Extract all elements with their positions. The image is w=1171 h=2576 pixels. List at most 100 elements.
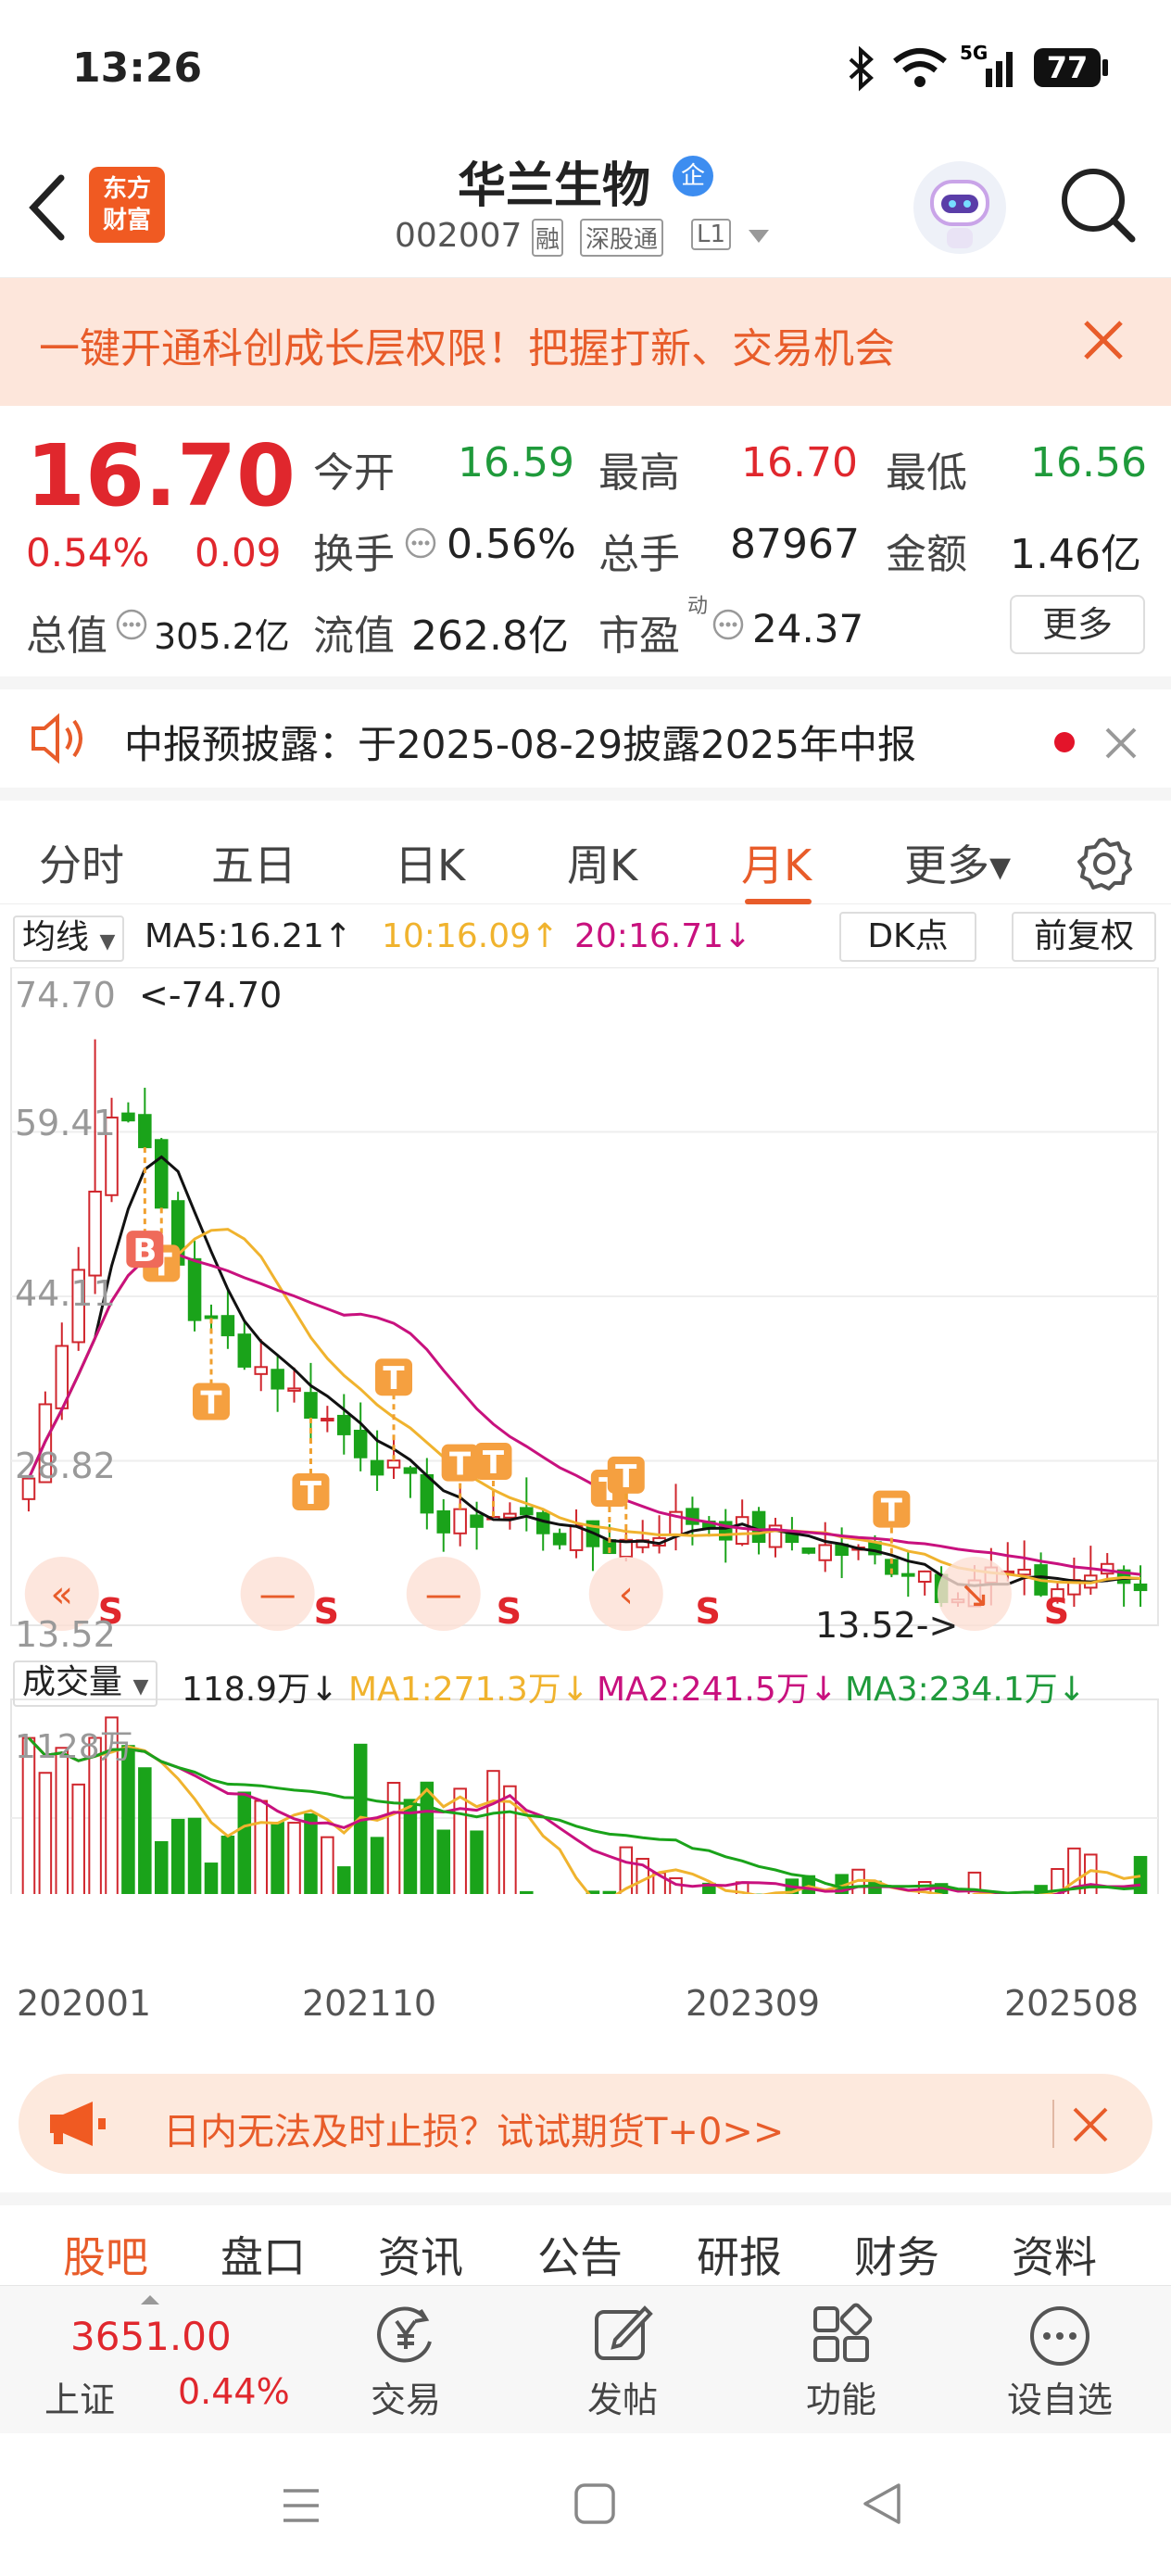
futures-ad-bar[interactable]: 日内无法及时止损？试试期货T+0>> xyxy=(19,2074,1152,2174)
amount-value: 1.46亿 xyxy=(1010,531,1141,578)
more-circle-icon xyxy=(1030,2306,1089,2366)
trade-marker-letter: T xyxy=(383,1360,405,1397)
speaker-icon xyxy=(31,713,82,764)
tab-profile[interactable]: 资料 xyxy=(1012,2224,1097,2285)
change-percent: 0.54% xyxy=(26,530,150,575)
candle-body xyxy=(370,1459,384,1476)
notice-bar[interactable]: 中报预披露：于2025-08-29披露2025年中报 xyxy=(0,676,1171,788)
volume-select[interactable]: 成交量 ▼ xyxy=(13,1661,158,1707)
tab-orderbook[interactable]: 盘口 xyxy=(220,2224,306,2285)
promo-banner[interactable]: 一键开通科创成长层权限！把握打新、交易机会 xyxy=(0,278,1171,406)
bottom-nav: 3651.00 上证 0.44% 交易 发帖 功能 设自选 xyxy=(0,2285,1171,2433)
open-value: 16.59 xyxy=(458,439,574,486)
info-icon[interactable] xyxy=(115,608,148,641)
indicator-select[interactable]: 均线 ▼ xyxy=(13,915,125,962)
index-name[interactable]: 上证 xyxy=(44,2371,115,2422)
dropdown-icon[interactable] xyxy=(747,228,771,246)
candle-body xyxy=(818,1544,832,1561)
signal-5g-icon: 5G xyxy=(960,42,1013,87)
close-icon[interactable] xyxy=(1082,319,1125,361)
tab-daily-k[interactable]: 日K xyxy=(395,832,465,893)
tab-announcements[interactable]: 公告 xyxy=(537,2224,623,2285)
volume-bar xyxy=(271,1822,284,1894)
mktcap-label: 总值 xyxy=(26,612,107,660)
x-axis-label: 202508 xyxy=(1004,1983,1140,2024)
sell-marker-s: S xyxy=(1044,1591,1069,1632)
volume-bar xyxy=(237,1791,252,1894)
turnover-value: 0.56% xyxy=(447,521,576,568)
nav-post-label: 发帖 xyxy=(586,2380,658,2420)
ma10-value: 10:16.09↑ xyxy=(382,917,560,955)
volume-bar xyxy=(486,1770,500,1894)
notice-text[interactable]: 中报预披露：于2025-08-29披露2025年中报 xyxy=(124,713,916,770)
stock-name: 华兰生物 xyxy=(458,158,651,214)
search-icon[interactable] xyxy=(1056,163,1140,246)
info-icon[interactable] xyxy=(404,526,437,560)
volume-bar xyxy=(337,1866,351,1894)
unread-dot xyxy=(1054,732,1075,752)
sell-point-glyph: — xyxy=(259,1573,296,1616)
price-axis-max: 74.70 xyxy=(15,975,116,1016)
tag-l1[interactable]: L1 xyxy=(691,219,732,250)
tab-research[interactable]: 研报 xyxy=(697,2224,782,2285)
enterprise-badge: 企 xyxy=(673,156,713,196)
status-time: 13:26 xyxy=(72,44,203,92)
svg-text:5G: 5G xyxy=(960,42,988,64)
index-change[interactable]: 0.44% xyxy=(178,2371,290,2412)
promo-text[interactable]: 一键开通科创成长层权限！把握打新、交易机会 xyxy=(39,315,895,374)
tab-intraday[interactable]: 分时 xyxy=(39,832,124,893)
x-axis-label: 202309 xyxy=(686,1983,821,2024)
tag-shenzhen-connect: 深股通 xyxy=(580,219,664,257)
tab-news[interactable]: 资讯 xyxy=(378,2224,463,2285)
tab-monthly-k[interactable]: 月K xyxy=(741,832,812,893)
x-axis-label: 202001 xyxy=(17,1983,152,2024)
candle-body xyxy=(121,1112,135,1122)
volume-bar xyxy=(220,1836,235,1894)
bluetooth-icon xyxy=(849,46,874,92)
tab-five-day[interactable]: 五日 xyxy=(211,832,296,893)
more-button[interactable]: 更多 xyxy=(1010,595,1145,654)
stock-code: 002007 xyxy=(395,217,523,255)
yen-cycle-icon xyxy=(377,2306,432,2363)
gear-icon[interactable] xyxy=(1075,834,1134,893)
trade-marker-letter: T xyxy=(449,1446,472,1484)
info-icon[interactable] xyxy=(711,608,745,641)
trade-marker-letter: T xyxy=(615,1458,637,1496)
candle-body xyxy=(751,1510,766,1544)
candle-body xyxy=(386,1459,401,1469)
indicator-select-label: 均线 xyxy=(22,918,90,956)
min-price-annotation: 13.52-> xyxy=(815,1605,959,1646)
back-triangle-icon[interactable] xyxy=(860,2481,902,2526)
volume-bar xyxy=(187,1817,202,1894)
sell-point-glyph: — xyxy=(425,1573,462,1616)
ad-text[interactable]: 日内无法及时止损？试试期货T+0>> xyxy=(163,2102,784,2155)
close-icon[interactable] xyxy=(1071,2105,1110,2144)
volume-bar xyxy=(170,1818,185,1894)
candle-body xyxy=(801,1547,816,1554)
tab-more[interactable]: 更多▾ xyxy=(904,832,1011,893)
candle-body xyxy=(552,1533,567,1546)
tab-financials[interactable]: 财务 xyxy=(854,2224,939,2285)
logo-line2: 财富 xyxy=(102,207,151,234)
volume-axis-max: 1128万 xyxy=(15,1728,133,1766)
eastmoney-logo[interactable]: 东方 财富 xyxy=(89,167,165,243)
caret-up-icon xyxy=(141,2295,159,2305)
nav-watchlist-label: 设自选 xyxy=(1006,2380,1113,2420)
dk-point-button[interactable]: DK点 xyxy=(839,912,976,962)
home-square-icon[interactable] xyxy=(573,2481,617,2526)
forward-adjust-button[interactable]: 前复权 xyxy=(1012,912,1156,962)
menu-icon[interactable] xyxy=(280,2485,322,2526)
tab-weekly-k[interactable]: 周K xyxy=(567,832,637,893)
back-arrow-icon[interactable] xyxy=(24,172,70,243)
sell-point-glyph: « xyxy=(51,1573,73,1616)
robot-assistant-icon[interactable] xyxy=(913,161,1006,254)
candle-body xyxy=(287,1387,301,1392)
chevron-down-icon: ▼ xyxy=(132,1675,149,1698)
kline-svg[interactable]: TBTTTTTTTT«——‹↘SSSSS xyxy=(0,967,1171,1894)
sell-marker-s: S xyxy=(497,1591,522,1632)
candle-body xyxy=(1017,1568,1031,1576)
index-value[interactable]: 3651.00 xyxy=(70,2314,232,2359)
tab-forum[interactable]: 股吧 xyxy=(63,2224,148,2285)
close-icon[interactable] xyxy=(1104,726,1138,760)
price-axis-3: 44.11 xyxy=(15,1273,116,1314)
